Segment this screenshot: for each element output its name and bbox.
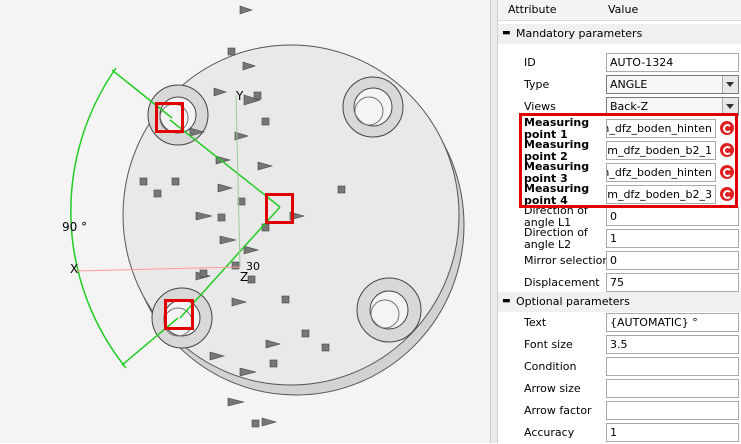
property-panel: Attribute Value ▬ Mandatory parameters I… (498, 0, 741, 443)
row-label: Arrow size (524, 382, 581, 395)
axis-x-label: X (70, 262, 79, 276)
measuring-point-highlight-3[interactable] (164, 299, 194, 330)
views-select[interactable]: Back-Z (606, 97, 739, 116)
reset-icon[interactable] (720, 187, 734, 201)
row-label: Font size (524, 338, 573, 351)
text-field[interactable]: {AUTOMATIC} ° (606, 313, 739, 332)
condition-field[interactable] (606, 357, 739, 376)
row-label: Accuracy (524, 426, 575, 439)
arrow-factor-field[interactable] (606, 401, 739, 420)
mirror-selection-field[interactable]: 0 (606, 251, 739, 270)
measuring-point-highlight-1[interactable] (155, 102, 184, 133)
accuracy-field[interactable]: 1 (606, 423, 739, 442)
reset-icon[interactable] (720, 143, 734, 157)
row-label: Views (524, 100, 556, 113)
row-accuracy: Accuracy 1 (498, 422, 741, 444)
section-mandatory[interactable]: ▬ Mandatory parameters (498, 24, 741, 44)
3d-viewport[interactable]: 90 ° X Y Z 30 (0, 0, 490, 443)
row-label: Measuring point 3 (524, 161, 590, 185)
field-value: bm_dfz_boden_hinten (607, 122, 712, 135)
direction-l2-field[interactable]: 1 (606, 229, 739, 248)
section-title: Mandatory parameters (516, 27, 643, 40)
row-arrow-size: Arrow size (498, 378, 741, 400)
axis-y-label: Y (236, 89, 244, 103)
row-label: Direction of angle L2 (524, 227, 588, 251)
row-measuring-point-4: Measuring point 4 bm_dfz_boden_b2_3 (498, 183, 741, 207)
row-measuring-point-1: Measuring point 1 bm_dfz_boden_hinten (498, 117, 741, 141)
header-attribute: Attribute (508, 3, 557, 16)
collapse-icon[interactable]: ▬ (502, 28, 511, 38)
splitter[interactable] (490, 0, 498, 443)
row-measuring-point-3: Measuring point 3 bm_dfz_boden_hinten (498, 161, 741, 185)
row-mirror-selection: Mirror selection 0 (498, 250, 741, 272)
row-label: Measuring point 4 (524, 183, 590, 207)
reset-icon[interactable] (720, 165, 734, 179)
row-font-size: Font size 3.5 (498, 334, 741, 356)
row-label: Measuring point 1 (524, 117, 590, 141)
row-measuring-point-2: Measuring point 2 bm_dfz_boden_b2_1 (498, 139, 741, 163)
origin-label: 30 (246, 260, 260, 273)
row-label: ID (524, 56, 536, 69)
collapse-icon[interactable]: ▬ (502, 296, 511, 306)
font-size-field[interactable]: 3.5 (606, 335, 739, 354)
field-value: bm_dfz_boden_hinten (607, 166, 712, 179)
panel-header: Attribute Value (498, 0, 741, 21)
arrow-size-field[interactable] (606, 379, 739, 398)
select-value: ANGLE (610, 78, 648, 91)
reset-icon[interactable] (720, 121, 734, 135)
hole-top-right (342, 76, 404, 138)
header-value: Value (608, 3, 639, 16)
row-label: Mirror selection (524, 254, 610, 267)
row-label: Measuring point 2 (524, 139, 590, 163)
field-value: bm_dfz_boden_b2_1 (606, 144, 712, 157)
measuring-point-1-field[interactable]: bm_dfz_boden_hinten (606, 119, 716, 138)
measuring-point-2-field[interactable]: bm_dfz_boden_b2_1 (606, 141, 716, 160)
row-label: Type (524, 78, 550, 91)
chevron-down-icon[interactable] (722, 98, 738, 115)
section-title: Optional parameters (516, 295, 630, 308)
row-condition: Condition (498, 356, 741, 378)
field-value: bm_dfz_boden_b2_3 (606, 188, 712, 201)
section-optional[interactable]: ▬ Optional parameters (498, 292, 741, 312)
row-direction-l1: Direction of angle L1 0 (498, 205, 741, 229)
select-value: Back-Z (610, 100, 649, 113)
type-select[interactable]: ANGLE (606, 75, 739, 94)
row-id: ID AUTO-1324 (498, 52, 741, 74)
row-label: Direction of angle L1 (524, 205, 588, 229)
id-field[interactable]: AUTO-1324 (606, 53, 739, 72)
hole-bottom-right (356, 277, 422, 343)
row-label: Condition (524, 360, 577, 373)
row-text: Text {AUTOMATIC} ° (498, 312, 741, 334)
row-views: Views Back-Z (498, 96, 741, 118)
row-label: Text (524, 316, 547, 329)
row-displacement: Displacement 75 (498, 272, 741, 294)
row-label: Arrow factor (524, 404, 592, 417)
row-label: Displacement (524, 276, 600, 289)
row-type: Type ANGLE (498, 74, 741, 96)
measuring-point-highlight-2[interactable] (265, 193, 294, 224)
chevron-down-icon[interactable] (722, 76, 738, 93)
measuring-point-4-field[interactable]: bm_dfz_boden_b2_3 (606, 185, 716, 204)
row-arrow-factor: Arrow factor (498, 400, 741, 422)
displacement-field[interactable]: 75 (606, 273, 739, 292)
direction-l1-field[interactable]: 0 (606, 207, 739, 226)
measuring-point-3-field[interactable]: bm_dfz_boden_hinten (606, 163, 716, 182)
angle-label: 90 ° (62, 220, 88, 234)
row-direction-l2: Direction of angle L2 1 (498, 227, 741, 251)
